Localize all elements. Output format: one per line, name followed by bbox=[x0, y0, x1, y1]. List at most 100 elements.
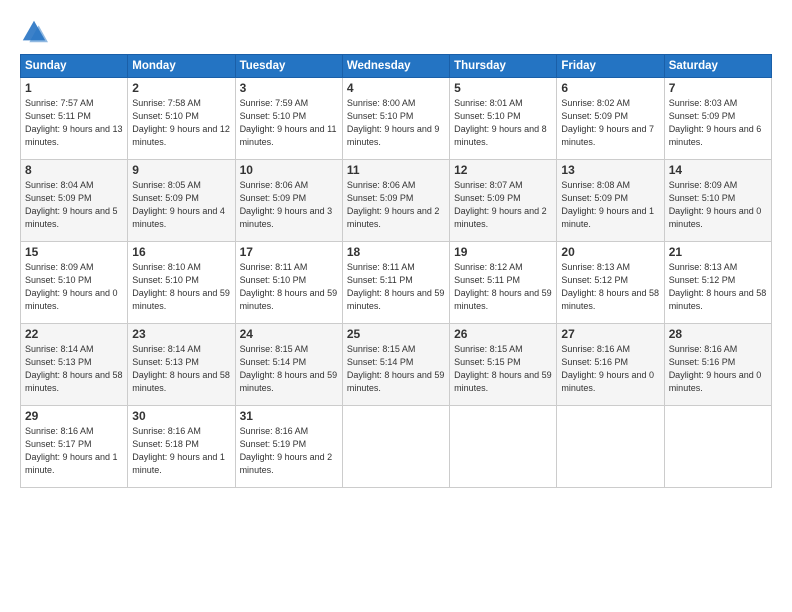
day-info: Sunrise: 8:15 AMSunset: 5:14 PMDaylight:… bbox=[240, 343, 338, 395]
day-cell: 16Sunrise: 8:10 AMSunset: 5:10 PMDayligh… bbox=[128, 242, 235, 324]
day-cell: 7 Sunrise: 8:03 AMSunset: 5:09 PMDaylight… bbox=[664, 78, 771, 160]
day-number: 15 bbox=[25, 245, 123, 259]
day-number: 25 bbox=[347, 327, 445, 341]
day-cell: 15 Sunrise: 8:09 AMSunset: 5:10 PMDayligh… bbox=[21, 242, 128, 324]
day-number: 19 bbox=[454, 245, 552, 259]
day-cell bbox=[557, 406, 664, 488]
day-number: 17 bbox=[240, 245, 338, 259]
day-header-friday: Friday bbox=[557, 55, 664, 78]
day-number: 18 bbox=[347, 245, 445, 259]
day-info: Sunrise: 7:58 AMSunset: 5:10 PMDaylight:… bbox=[132, 97, 230, 149]
day-info: Sunrise: 8:16 AMSunset: 5:19 PMDaylight:… bbox=[240, 425, 338, 477]
day-header-monday: Monday bbox=[128, 55, 235, 78]
day-info: Sunrise: 8:09 AMSunset: 5:10 PMDaylight:… bbox=[25, 261, 123, 313]
day-cell: 26 Sunrise: 8:15 AMSunset: 5:15 PMDayligh… bbox=[450, 324, 557, 406]
day-number: 3 bbox=[240, 81, 338, 95]
day-cell bbox=[664, 406, 771, 488]
day-number: 5 bbox=[454, 81, 552, 95]
day-info: Sunrise: 8:07 AMSunset: 5:09 PMDaylight:… bbox=[454, 179, 552, 231]
day-number: 26 bbox=[454, 327, 552, 341]
day-info: Sunrise: 8:03 AMSunset: 5:09 PMDaylight:… bbox=[669, 97, 767, 149]
day-cell: 17 Sunrise: 8:11 AMSunset: 5:10 PMDayligh… bbox=[235, 242, 342, 324]
day-info: Sunrise: 8:15 AMSunset: 5:14 PMDaylight:… bbox=[347, 343, 445, 395]
day-number: 1 bbox=[25, 81, 123, 95]
day-info: Sunrise: 8:16 AMSunset: 5:17 PMDaylight:… bbox=[25, 425, 123, 477]
day-cell: 28 Sunrise: 8:16 AMSunset: 5:16 PMDayligh… bbox=[664, 324, 771, 406]
day-info: Sunrise: 8:11 AMSunset: 5:10 PMDaylight:… bbox=[240, 261, 338, 313]
header bbox=[20, 18, 772, 46]
calendar-header: SundayMondayTuesdayWednesdayThursdayFrid… bbox=[21, 55, 772, 78]
day-cell: 1 Sunrise: 7:57 AMSunset: 5:11 PMDaylight… bbox=[21, 78, 128, 160]
day-number: 10 bbox=[240, 163, 338, 177]
day-cell: 21 Sunrise: 8:13 AMSunset: 5:12 PMDayligh… bbox=[664, 242, 771, 324]
day-cell: 29 Sunrise: 8:16 AMSunset: 5:17 PMDayligh… bbox=[21, 406, 128, 488]
week-row-1: 1 Sunrise: 7:57 AMSunset: 5:11 PMDaylight… bbox=[21, 78, 772, 160]
day-cell: 19 Sunrise: 8:12 AMSunset: 5:11 PMDayligh… bbox=[450, 242, 557, 324]
header-row: SundayMondayTuesdayWednesdayThursdayFrid… bbox=[21, 55, 772, 78]
day-info: Sunrise: 8:02 AMSunset: 5:09 PMDaylight:… bbox=[561, 97, 659, 149]
day-cell: 22 Sunrise: 8:14 AMSunset: 5:13 PMDayligh… bbox=[21, 324, 128, 406]
day-number: 16 bbox=[132, 245, 230, 259]
day-cell: 27Sunrise: 8:16 AMSunset: 5:16 PMDayligh… bbox=[557, 324, 664, 406]
day-cell: 2 Sunrise: 7:58 AMSunset: 5:10 PMDaylight… bbox=[128, 78, 235, 160]
day-cell: 20Sunrise: 8:13 AMSunset: 5:12 PMDayligh… bbox=[557, 242, 664, 324]
calendar-body: 1 Sunrise: 7:57 AMSunset: 5:11 PMDaylight… bbox=[21, 78, 772, 488]
day-header-wednesday: Wednesday bbox=[342, 55, 449, 78]
day-number: 7 bbox=[669, 81, 767, 95]
day-info: Sunrise: 8:09 AMSunset: 5:10 PMDaylight:… bbox=[669, 179, 767, 231]
day-cell: 31 Sunrise: 8:16 AMSunset: 5:19 PMDayligh… bbox=[235, 406, 342, 488]
day-info: Sunrise: 7:59 AMSunset: 5:10 PMDaylight:… bbox=[240, 97, 338, 149]
day-info: Sunrise: 8:05 AMSunset: 5:09 PMDaylight:… bbox=[132, 179, 230, 231]
day-cell: 23Sunrise: 8:14 AMSunset: 5:13 PMDayligh… bbox=[128, 324, 235, 406]
calendar-table: SundayMondayTuesdayWednesdayThursdayFrid… bbox=[20, 54, 772, 488]
week-row-5: 29 Sunrise: 8:16 AMSunset: 5:17 PMDayligh… bbox=[21, 406, 772, 488]
day-info: Sunrise: 7:57 AMSunset: 5:11 PMDaylight:… bbox=[25, 97, 123, 149]
day-info: Sunrise: 8:04 AMSunset: 5:09 PMDaylight:… bbox=[25, 179, 123, 231]
day-number: 22 bbox=[25, 327, 123, 341]
day-number: 14 bbox=[669, 163, 767, 177]
logo-icon bbox=[20, 18, 48, 46]
day-info: Sunrise: 8:15 AMSunset: 5:15 PMDaylight:… bbox=[454, 343, 552, 395]
day-number: 27 bbox=[561, 327, 659, 341]
day-number: 31 bbox=[240, 409, 338, 423]
day-cell: 3 Sunrise: 7:59 AMSunset: 5:10 PMDaylight… bbox=[235, 78, 342, 160]
day-info: Sunrise: 8:06 AMSunset: 5:09 PMDaylight:… bbox=[347, 179, 445, 231]
day-cell: 30 Sunrise: 8:16 AMSunset: 5:18 PMDayligh… bbox=[128, 406, 235, 488]
day-header-thursday: Thursday bbox=[450, 55, 557, 78]
day-info: Sunrise: 8:12 AMSunset: 5:11 PMDaylight:… bbox=[454, 261, 552, 313]
day-cell: 5 Sunrise: 8:01 AMSunset: 5:10 PMDaylight… bbox=[450, 78, 557, 160]
day-number: 8 bbox=[25, 163, 123, 177]
day-number: 30 bbox=[132, 409, 230, 423]
day-cell: 25 Sunrise: 8:15 AMSunset: 5:14 PMDayligh… bbox=[342, 324, 449, 406]
day-info: Sunrise: 8:14 AMSunset: 5:13 PMDaylight:… bbox=[25, 343, 123, 395]
day-cell: 24Sunrise: 8:15 AMSunset: 5:14 PMDayligh… bbox=[235, 324, 342, 406]
day-info: Sunrise: 8:16 AMSunset: 5:18 PMDaylight:… bbox=[132, 425, 230, 477]
day-cell: 12 Sunrise: 8:07 AMSunset: 5:09 PMDayligh… bbox=[450, 160, 557, 242]
day-number: 2 bbox=[132, 81, 230, 95]
day-info: Sunrise: 8:13 AMSunset: 5:12 PMDaylight:… bbox=[669, 261, 767, 313]
day-number: 11 bbox=[347, 163, 445, 177]
day-cell: 4Sunrise: 8:00 AMSunset: 5:10 PMDaylight… bbox=[342, 78, 449, 160]
day-number: 29 bbox=[25, 409, 123, 423]
day-number: 20 bbox=[561, 245, 659, 259]
day-number: 21 bbox=[669, 245, 767, 259]
day-number: 12 bbox=[454, 163, 552, 177]
day-header-tuesday: Tuesday bbox=[235, 55, 342, 78]
day-number: 6 bbox=[561, 81, 659, 95]
day-header-saturday: Saturday bbox=[664, 55, 771, 78]
day-info: Sunrise: 8:14 AMSunset: 5:13 PMDaylight:… bbox=[132, 343, 230, 395]
day-cell: 11 Sunrise: 8:06 AMSunset: 5:09 PMDayligh… bbox=[342, 160, 449, 242]
day-cell: 10Sunrise: 8:06 AMSunset: 5:09 PMDayligh… bbox=[235, 160, 342, 242]
week-row-4: 22 Sunrise: 8:14 AMSunset: 5:13 PMDayligh… bbox=[21, 324, 772, 406]
logo bbox=[20, 18, 52, 46]
week-row-3: 15 Sunrise: 8:09 AMSunset: 5:10 PMDayligh… bbox=[21, 242, 772, 324]
day-number: 28 bbox=[669, 327, 767, 341]
day-info: Sunrise: 8:01 AMSunset: 5:10 PMDaylight:… bbox=[454, 97, 552, 149]
day-cell: 9Sunrise: 8:05 AMSunset: 5:09 PMDaylight… bbox=[128, 160, 235, 242]
page: SundayMondayTuesdayWednesdayThursdayFrid… bbox=[0, 0, 792, 612]
day-cell bbox=[342, 406, 449, 488]
day-info: Sunrise: 8:08 AMSunset: 5:09 PMDaylight:… bbox=[561, 179, 659, 231]
day-cell: 14 Sunrise: 8:09 AMSunset: 5:10 PMDayligh… bbox=[664, 160, 771, 242]
day-info: Sunrise: 8:16 AMSunset: 5:16 PMDaylight:… bbox=[669, 343, 767, 395]
day-info: Sunrise: 8:11 AMSunset: 5:11 PMDaylight:… bbox=[347, 261, 445, 313]
